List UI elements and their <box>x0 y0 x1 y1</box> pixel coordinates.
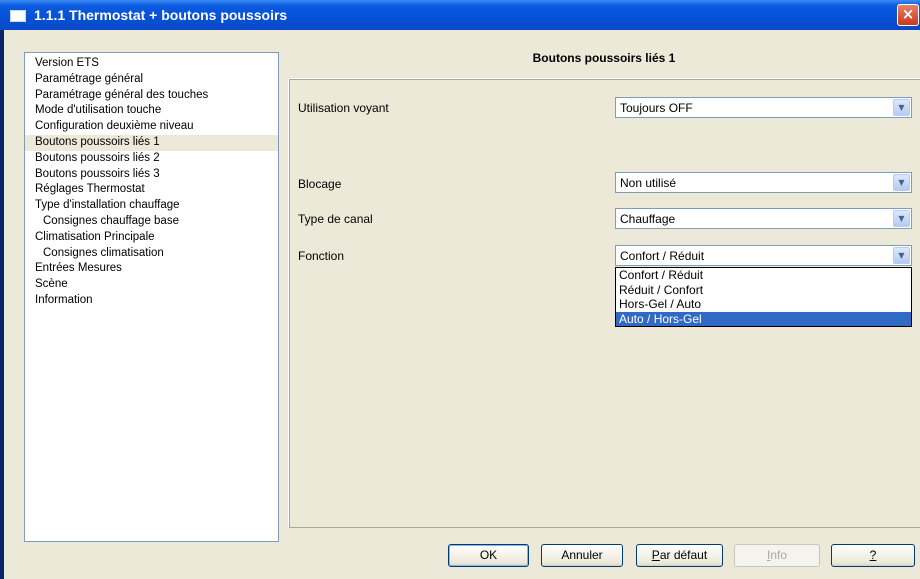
fonction-dropdown-list[interactable]: Confort / Réduit Réduit / Confort Hors-G… <box>615 267 912 327</box>
cancel-button[interactable]: Annuler <box>541 544 623 567</box>
default-mnemonic: P <box>651 548 660 562</box>
title-bar[interactable]: 1.1.1 Thermostat + boutons poussoirs × <box>0 0 920 30</box>
tree-item-config-deuxieme-niveau[interactable]: Configuration deuxième niveau <box>25 119 278 135</box>
page-title: Boutons poussoirs liés 1 <box>532 51 676 65</box>
tree-item-information[interactable]: Information <box>25 293 278 309</box>
info-button: Info <box>734 544 820 567</box>
tree-item-parametrage-touches[interactable]: Paramétrage général des touches <box>25 88 278 104</box>
default-label: ar défaut <box>659 548 708 562</box>
close-icon[interactable]: × <box>897 4 919 26</box>
utilisation-voyant-select[interactable]: Toujours OFF ▼ <box>615 97 912 118</box>
info-label: nfo <box>770 548 788 562</box>
tree-item-entrees-mesures[interactable]: Entrées Mesures <box>25 261 278 277</box>
ok-button[interactable]: OK <box>448 544 529 567</box>
panel-divider <box>289 527 920 528</box>
chevron-down-icon[interactable]: ▼ <box>893 174 910 191</box>
parameter-tree[interactable]: Version ETS Paramétrage général Paramétr… <box>24 52 279 542</box>
tree-item-consignes-climatisation[interactable]: Consignes climatisation <box>25 246 278 262</box>
chevron-down-icon[interactable]: ▼ <box>893 247 910 264</box>
window-icon <box>10 10 26 22</box>
tree-item-scene[interactable]: Scène <box>25 277 278 293</box>
default-button[interactable]: Par défaut <box>636 544 723 567</box>
help-label: ? <box>869 548 877 562</box>
tree-item-mode-utilisation[interactable]: Mode d'utilisation touche <box>25 103 278 119</box>
tree-item-consignes-chauffage[interactable]: Consignes chauffage base <box>25 214 278 230</box>
tree-item-boutons-lies-3[interactable]: Boutons poussoirs liés 3 <box>25 167 278 183</box>
chevron-down-icon[interactable]: ▼ <box>893 210 910 227</box>
tree-item-reglages-thermostat[interactable]: Réglages Thermostat <box>25 182 278 198</box>
blocage-value: Non utilisé <box>620 176 677 190</box>
dropdown-option[interactable]: Réduit / Confort <box>616 283 911 298</box>
dropdown-option[interactable]: Hors-Gel / Auto <box>616 297 911 312</box>
window-title: 1.1.1 Thermostat + boutons poussoirs <box>34 7 288 23</box>
fonction-label: Fonction <box>298 249 345 263</box>
tree-item-boutons-lies-1[interactable]: Boutons poussoirs liés 1 <box>25 134 278 151</box>
fonction-value: Confort / Réduit <box>620 249 705 263</box>
fonction-select[interactable]: Confort / Réduit ▼ <box>615 245 912 266</box>
tree-item-parametrage-general[interactable]: Paramétrage général <box>25 72 278 88</box>
type-canal-label: Type de canal <box>298 212 373 226</box>
utilisation-voyant-value: Toujours OFF <box>620 101 693 115</box>
blocage-label: Blocage <box>298 177 342 191</box>
help-button[interactable]: ? <box>831 544 915 567</box>
dropdown-option[interactable]: Confort / Réduit <box>616 268 911 283</box>
tree-item-installation-chauffage[interactable]: Type d'installation chauffage <box>25 198 278 214</box>
type-canal-value: Chauffage <box>620 212 676 226</box>
type-canal-select[interactable]: Chauffage ▼ <box>615 208 912 229</box>
chevron-down-icon[interactable]: ▼ <box>893 99 910 116</box>
dropdown-option-highlighted[interactable]: Auto / Hors-Gel <box>616 311 911 326</box>
blocage-select[interactable]: Non utilisé ▼ <box>615 172 912 193</box>
tree-item-boutons-lies-2[interactable]: Boutons poussoirs liés 2 <box>25 151 278 167</box>
tree-item-climatisation-principale[interactable]: Climatisation Principale <box>25 230 278 246</box>
utilisation-voyant-label: Utilisation voyant <box>298 101 389 115</box>
tree-item-version-ets[interactable]: Version ETS <box>25 56 278 72</box>
